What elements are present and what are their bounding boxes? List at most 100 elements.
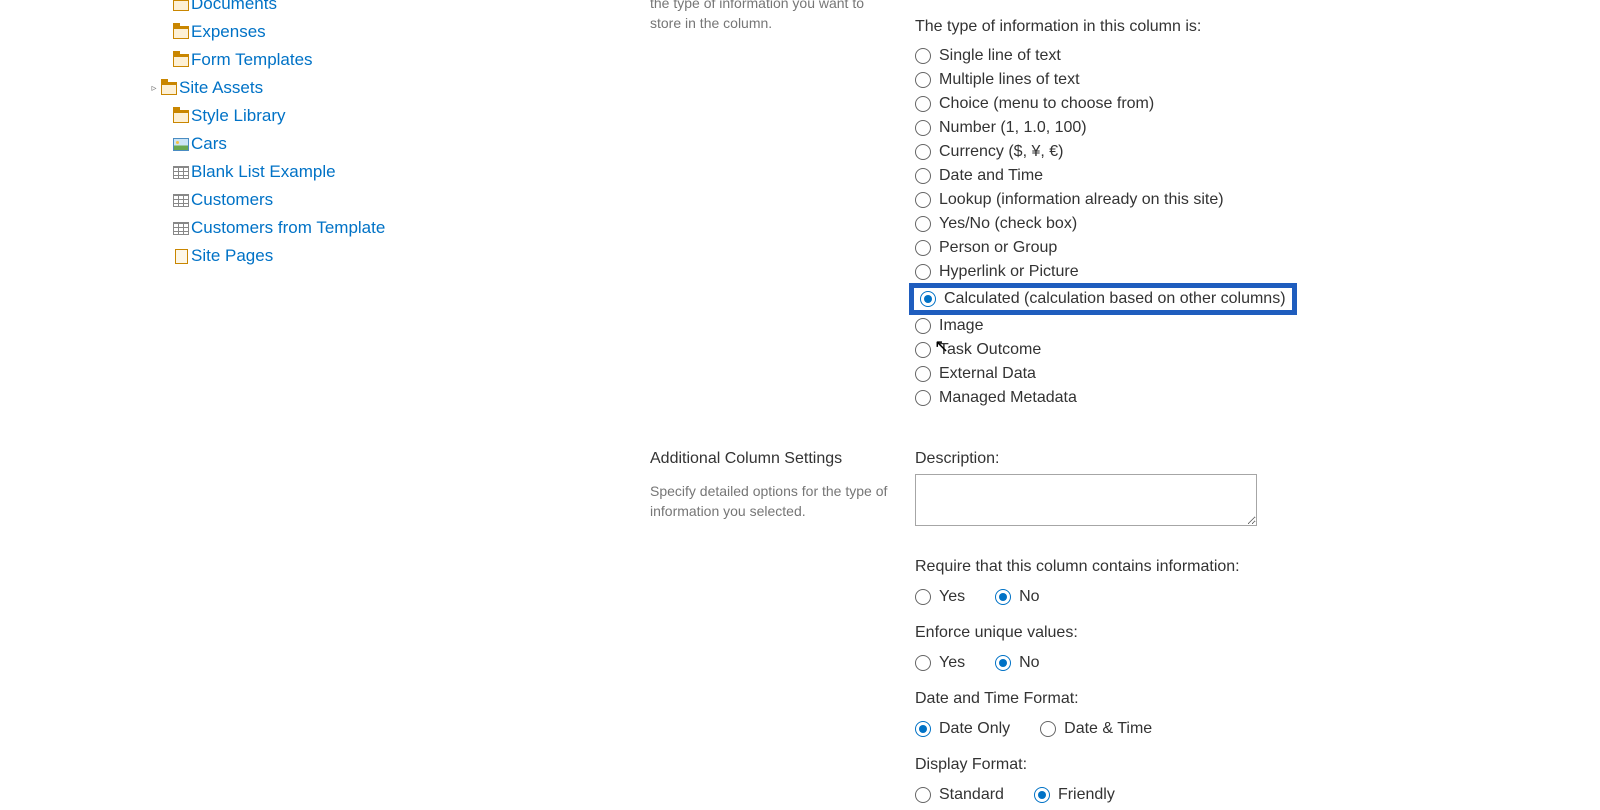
option-label: Image [939,317,983,335]
radio-icon[interactable] [915,366,931,382]
require-radio-group: Yes No [915,582,1540,612]
page-icon [172,248,190,264]
sidebar-item-label[interactable]: Form Templates [191,50,313,70]
sidebar-item-label[interactable]: Customers from Template [191,218,385,238]
radio-icon[interactable] [915,721,931,737]
column-type-radio-group: Single line of text Multiple lines of tex… [915,44,1540,410]
sidebar-item-label[interactable]: Style Library [191,106,285,126]
radio-icon[interactable] [915,342,931,358]
column-type-option[interactable]: Date and Time [915,164,1540,188]
option-label: Choice (menu to choose from) [939,95,1154,113]
sidebar-item-cars[interactable]: ▸ Cars [160,130,650,158]
sidebar-item-blank-list[interactable]: ▸ Blank List Example [160,158,650,186]
sidebar-item-label[interactable]: Customers [191,190,273,210]
option-label: Lookup (information already on this site… [939,191,1224,209]
radio-icon[interactable] [1034,787,1050,803]
sidebar-item-style-library[interactable]: ▸ Style Library [160,102,650,130]
date-and-time-option[interactable]: Date & Time [1040,720,1152,738]
option-label: Friendly [1058,786,1115,804]
radio-icon[interactable] [915,390,931,406]
option-label: Date Only [939,720,1010,738]
sidebar-item-label[interactable]: Expenses [191,22,266,42]
radio-icon[interactable] [1040,721,1056,737]
radio-icon[interactable] [995,655,1011,671]
option-label: Date & Time [1064,720,1152,738]
enforce-no-option[interactable]: No [995,654,1039,672]
option-label: Single line of text [939,47,1061,65]
radio-icon[interactable] [915,72,931,88]
type-section-description: the type of information you want to stor… [650,0,890,33]
radio-icon[interactable] [915,240,931,256]
radio-icon[interactable] [915,96,931,112]
radio-icon[interactable] [915,48,931,64]
radio-icon[interactable] [915,192,931,208]
column-type-option[interactable]: Yes/No (check box) [915,212,1540,236]
option-label: Date and Time [939,167,1043,185]
enforce-radio-group: Yes No [915,648,1540,678]
column-type-option[interactable]: Hyperlink or Picture [915,260,1540,284]
column-type-option[interactable]: Calculated (calculation based on other c… [915,284,1540,314]
require-yes-option[interactable]: Yes [915,588,965,606]
column-type-option[interactable]: Managed Metadata [915,386,1540,410]
sidebar-item-site-pages[interactable]: ▸ Site Pages [160,242,650,270]
sidebar-item-customers-from-template[interactable]: ▸ Customers from Template [160,214,650,242]
column-type-option[interactable]: Currency ($, ¥, €) [915,140,1540,164]
description-textarea[interactable] [915,474,1257,526]
radio-icon[interactable] [915,589,931,605]
sidebar-item-customers[interactable]: ▸ Customers [160,186,650,214]
option-label: Standard [939,786,1004,804]
radio-icon[interactable] [915,168,931,184]
folder-icon [172,52,190,68]
option-label: Person or Group [939,239,1057,257]
folder-icon [160,80,178,96]
require-info-label: Require that this column contains inform… [915,558,1540,576]
radio-icon[interactable] [915,787,931,803]
friendly-option[interactable]: Friendly [1034,786,1115,804]
sidebar-item-documents[interactable]: ▸ Documents [160,0,650,18]
additional-settings-heading: Additional Column Settings [650,450,895,468]
column-type-header: The type of information in this column i… [915,18,1540,36]
date-only-option[interactable]: Date Only [915,720,1010,738]
sidebar-item-site-assets[interactable]: ▹ Site Assets [148,74,650,102]
column-type-option[interactable]: Single line of text [915,44,1540,68]
folder-icon [172,108,190,124]
enforce-yes-option[interactable]: Yes [915,654,965,672]
radio-icon[interactable] [915,216,931,232]
option-label: No [1019,588,1039,606]
description-label: Description: [915,450,1540,468]
option-label: Yes [939,588,965,606]
folder-icon [172,24,190,40]
radio-icon[interactable] [915,120,931,136]
option-label: Calculated (calculation based on other c… [944,290,1286,308]
column-type-option[interactable]: Image [915,314,1540,338]
option-label: Managed Metadata [939,389,1077,407]
sidebar-item-label[interactable]: Site Assets [179,78,263,98]
radio-icon[interactable] [915,655,931,671]
sidebar-item-form-templates[interactable]: ▸ Form Templates [160,46,650,74]
column-type-option[interactable]: Choice (menu to choose from) [915,92,1540,116]
standard-option[interactable]: Standard [915,786,1004,804]
tree-caret-icon[interactable]: ▹ [148,79,160,97]
radio-icon[interactable] [915,318,931,334]
radio-icon[interactable] [915,144,931,160]
radio-icon[interactable] [995,589,1011,605]
radio-icon[interactable] [920,291,936,307]
require-no-option[interactable]: No [995,588,1039,606]
column-type-option[interactable]: Person or Group [915,236,1540,260]
column-type-option[interactable]: External Data [915,362,1540,386]
column-type-option[interactable]: Number (1, 1.0, 100) [915,116,1540,140]
sidebar-item-expenses[interactable]: ▸ Expenses [160,18,650,46]
list-icon [172,164,190,180]
radio-icon[interactable] [915,264,931,280]
image-icon [172,136,190,152]
sidebar-item-label[interactable]: Blank List Example [191,162,336,182]
column-type-option[interactable]: Lookup (information already on this site… [915,188,1540,212]
list-icon [172,192,190,208]
column-type-option[interactable]: Multiple lines of text [915,68,1540,92]
main-content: the type of information you want to stor… [650,0,1600,808]
column-type-option[interactable]: Task Outcome [915,338,1540,362]
sidebar-item-label[interactable]: Documents [191,0,277,14]
sidebar-item-label[interactable]: Cars [191,134,227,154]
option-label: Number (1, 1.0, 100) [939,119,1087,137]
sidebar-item-label[interactable]: Site Pages [191,246,273,266]
